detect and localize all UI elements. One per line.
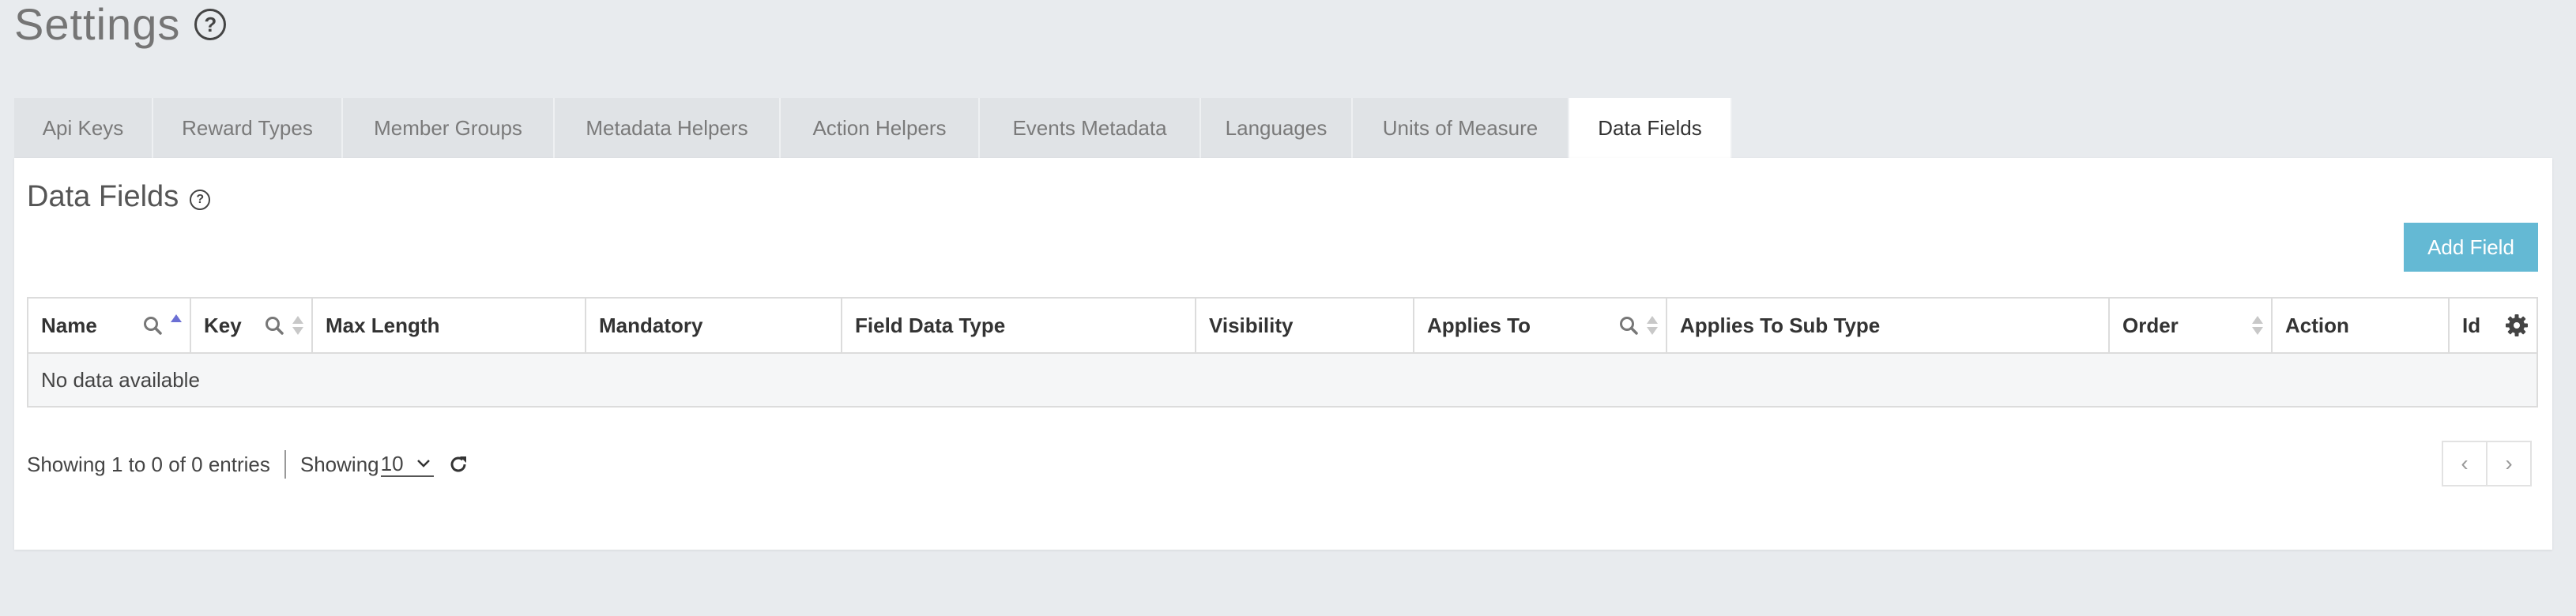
tab-member-groups[interactable]: Member Groups (343, 98, 555, 158)
tab-label: Member Groups (374, 115, 522, 140)
sort-icon[interactable] (2252, 316, 2263, 335)
tab-label: Action Helpers (812, 115, 947, 140)
column-label: Applies To (1427, 313, 1531, 337)
previous-page-button[interactable]: ‹ (2442, 441, 2487, 486)
sort-icon[interactable] (1647, 316, 1658, 335)
section-title-text: Data Fields (27, 180, 179, 213)
column-header-visibility[interactable]: Visibility (1196, 299, 1414, 352)
search-icon[interactable] (264, 315, 284, 336)
tab-label: Reward Types (182, 115, 313, 140)
empty-row: No data available (28, 354, 2536, 406)
tab-api-keys[interactable]: Api Keys (14, 98, 153, 158)
column-header-order[interactable]: Order (2110, 299, 2273, 352)
column-label: Field Data Type (855, 313, 1006, 337)
tab-label: Api Keys (42, 115, 124, 140)
sort-asc-icon[interactable] (171, 314, 182, 322)
footer-divider (284, 450, 286, 479)
tab-data-fields[interactable]: Data Fields (1569, 98, 1732, 158)
column-header-max-length[interactable]: Max Length (313, 299, 586, 352)
chevron-left-icon: ‹ (2461, 451, 2469, 475)
search-icon[interactable] (1618, 315, 1639, 336)
chevron-down-icon (416, 460, 430, 468)
page-length-label: Showing (299, 452, 379, 476)
tab-label: Data Fields (1598, 115, 1702, 140)
tab-metadata-helpers[interactable]: Metadata Helpers (555, 98, 781, 158)
data-fields-table: Name Key Max Length Mandatory Field Data… (27, 297, 2538, 408)
column-label: Key (204, 313, 242, 337)
column-label: Action (2285, 313, 2349, 337)
page-title: Settings (14, 0, 181, 49)
column-header-action: Action (2273, 299, 2450, 352)
sort-icon[interactable] (292, 316, 303, 335)
empty-message: No data available (41, 367, 200, 392)
column-label: Name (41, 313, 97, 337)
page-length-select[interactable]: 10 (380, 451, 434, 477)
section-title: Data Fields ? (27, 180, 211, 214)
tab-label: Metadata Helpers (586, 115, 748, 140)
entries-info: Showing 1 to 0 of 0 entries (27, 452, 270, 476)
tab-languages[interactable]: Languages (1201, 98, 1353, 158)
help-icon[interactable]: ? (190, 189, 211, 210)
column-label: Id (2462, 313, 2481, 337)
next-page-button[interactable]: › (2486, 441, 2532, 486)
page-length-value: 10 (380, 451, 404, 475)
table-footer: Showing 1 to 0 of 0 entries Showing 10 (27, 449, 469, 480)
add-field-button[interactable]: Add Field (2404, 223, 2538, 272)
column-label: Applies To Sub Type (1680, 313, 1881, 337)
column-header-mandatory[interactable]: Mandatory (586, 299, 842, 352)
tab-reward-types[interactable]: Reward Types (153, 98, 343, 158)
page-header: Settings ? (14, 0, 227, 49)
column-header-id[interactable]: Id (2450, 299, 2536, 352)
gear-icon[interactable] (2505, 314, 2529, 337)
column-header-applies-to[interactable]: Applies To (1414, 299, 1667, 352)
column-header-key[interactable]: Key (191, 299, 313, 352)
chevron-right-icon: › (2505, 451, 2513, 475)
column-header-name[interactable]: Name (28, 299, 191, 352)
refresh-icon[interactable] (448, 454, 469, 475)
column-label: Order (2122, 313, 2179, 337)
column-label: Visibility (1209, 313, 1294, 337)
help-icon[interactable]: ? (194, 9, 227, 40)
pagination: ‹ › (2442, 441, 2532, 486)
tab-label: Units of Measure (1382, 115, 1538, 140)
column-header-applies-to-sub-type[interactable]: Applies To Sub Type (1667, 299, 2110, 352)
table-body: No data available (28, 354, 2536, 406)
column-label: Mandatory (599, 313, 703, 337)
search-icon[interactable] (142, 315, 163, 336)
tab-action-helpers[interactable]: Action Helpers (781, 98, 980, 158)
tab-label: Events Metadata (1012, 115, 1167, 140)
tab-label: Languages (1225, 115, 1328, 140)
column-header-field-data-type[interactable]: Field Data Type (842, 299, 1196, 352)
settings-tabs: Api Keys Reward Types Member Groups Meta… (14, 98, 1732, 158)
tab-units-of-measure[interactable]: Units of Measure (1353, 98, 1569, 158)
data-fields-panel: Data Fields ? Add Field Name Key Max Len… (14, 158, 2552, 550)
table-header: Name Key Max Length Mandatory Field Data… (28, 299, 2536, 354)
tab-events-metadata[interactable]: Events Metadata (980, 98, 1201, 158)
column-label: Max Length (326, 313, 440, 337)
